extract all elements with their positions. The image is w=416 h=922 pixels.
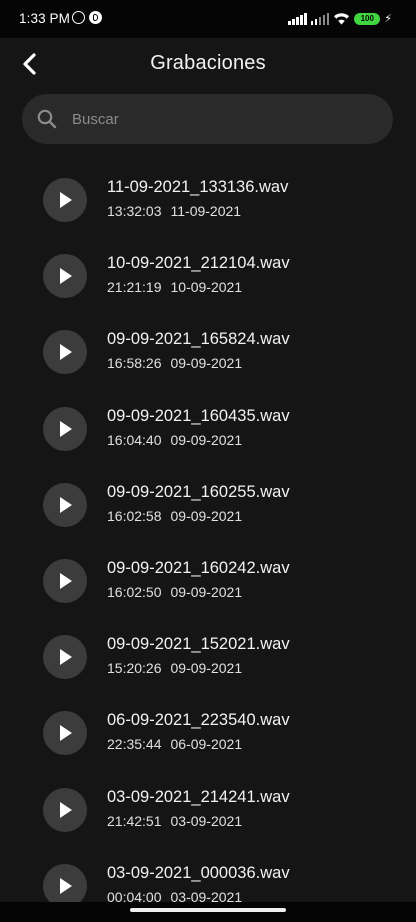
recording-meta: 13:32:03 11-09-2021	[107, 203, 241, 219]
signal-icon	[288, 13, 307, 25]
recording-date: 03-09-2021	[170, 812, 243, 829]
recording-meta: 16:02:50 09-09-2021	[107, 584, 242, 600]
play-icon	[60, 344, 72, 361]
recording-item[interactable]: 09-09-2021_160255.wav 16:02:58 09-09-2021	[0, 465, 416, 541]
charging-icon: ⚡	[384, 13, 392, 25]
recording-item[interactable]: 09-09-2021_160435.wav 16:04:40 09-09-2021	[0, 389, 416, 465]
status-time: 1:33 PM	[19, 11, 70, 26]
app-header: Grabaciones	[0, 38, 416, 90]
recording-file-name: 03-09-2021_214241.wav	[107, 787, 290, 806]
recording-time: 22:35:44	[107, 736, 162, 753]
play-button[interactable]	[43, 635, 87, 680]
recordings-screen: 1:33 PM 100 ⚡ Grabaciones Buscar 11-09-2…	[0, 0, 416, 922]
play-icon	[60, 268, 72, 285]
status-notification-icons	[72, 11, 102, 24]
play-button[interactable]	[43, 254, 87, 299]
recording-item[interactable]: 09-09-2021_152021.wav 15:20:26 09-09-2021	[0, 617, 416, 693]
recording-file-name: 03-09-2021_000036.wav	[107, 863, 290, 882]
play-icon	[60, 649, 72, 666]
status-system-icons: 100 ⚡	[288, 11, 392, 25]
recording-file-name: 09-09-2021_160255.wav	[107, 482, 290, 501]
play-icon	[60, 420, 72, 437]
recording-date: 09-09-2021	[170, 583, 243, 600]
recording-meta: 21:42:51 03-09-2021	[107, 813, 242, 829]
recording-item[interactable]: 10-09-2021_212104.wav 21:21:19 10-09-2021	[0, 236, 416, 312]
recording-time: 15:20:26	[107, 660, 162, 677]
play-button[interactable]	[43, 787, 87, 832]
recording-date: 06-09-2021	[170, 736, 243, 753]
recording-item[interactable]: 11-09-2021_133136.wav 13:32:03 11-09-2021	[0, 160, 416, 236]
home-indicator[interactable]	[130, 908, 286, 912]
play-icon	[60, 801, 72, 818]
recording-file-name: 06-09-2021_223540.wav	[107, 711, 290, 730]
recording-date: 09-09-2021	[170, 355, 243, 372]
recording-meta: 16:58:26 09-09-2021	[107, 355, 242, 371]
recording-time: 21:21:19	[107, 279, 162, 296]
recording-date: 09-09-2021	[170, 431, 243, 448]
recording-time: 13:32:03	[107, 203, 162, 219]
navigation-bar	[0, 902, 416, 922]
play-icon	[60, 572, 72, 589]
recording-date: 10-09-2021	[170, 279, 243, 296]
recording-date: 11-09-2021	[170, 203, 242, 219]
search-input[interactable]	[72, 94, 372, 144]
play-button[interactable]	[43, 558, 87, 603]
recording-date: 09-09-2021	[170, 660, 243, 677]
page-title: Grabaciones	[150, 52, 266, 74]
recording-meta: 16:02:58 09-09-2021	[107, 508, 242, 524]
recording-meta: 15:20:26 09-09-2021	[107, 660, 242, 676]
recording-meta: 21:21:19 10-09-2021	[107, 279, 242, 295]
recording-meta: 22:35:44 06-09-2021	[107, 736, 242, 752]
play-button[interactable]	[43, 330, 87, 375]
status-bar: 1:33 PM 100 ⚡	[0, 0, 416, 38]
notification-app-icon	[89, 11, 102, 24]
recording-time: 16:02:50	[107, 583, 162, 600]
search-bar[interactable]	[22, 94, 393, 144]
recording-item[interactable]: 09-09-2021_165824.wav 16:58:26 09-09-2021	[0, 312, 416, 388]
play-button[interactable]	[43, 711, 87, 756]
recording-time: 16:02:58	[107, 507, 162, 524]
play-icon	[60, 496, 72, 513]
play-icon	[60, 877, 72, 894]
whatsapp-icon	[72, 11, 85, 24]
recording-file-name: 09-09-2021_152021.wav	[107, 635, 290, 654]
recording-file-name: 09-09-2021_160435.wav	[107, 406, 290, 425]
recording-time: 16:58:26	[107, 355, 162, 372]
play-button[interactable]	[43, 406, 87, 451]
recording-item[interactable]: 03-09-2021_214241.wav 21:42:51 03-09-2021	[0, 770, 416, 846]
wifi-icon	[334, 13, 350, 25]
play-icon	[60, 725, 72, 742]
recording-item[interactable]: 06-09-2021_223540.wav 22:35:44 06-09-2021	[0, 693, 416, 769]
recording-time: 16:04:40	[107, 431, 162, 448]
play-icon	[60, 192, 72, 208]
recording-time: 21:42:51	[107, 812, 162, 829]
battery-icon: 100	[354, 13, 381, 25]
recording-file-name: 10-09-2021_212104.wav	[107, 254, 290, 273]
play-button[interactable]	[43, 178, 87, 222]
search-icon	[37, 109, 57, 129]
play-button[interactable]	[43, 482, 87, 527]
recording-file-name: 09-09-2021_165824.wav	[107, 330, 290, 349]
recording-date: 09-09-2021	[170, 507, 243, 524]
recordings-list: 11-09-2021_133136.wav 13:32:03 11-09-2021 1…	[0, 160, 416, 922]
signal-secondary-icon	[310, 13, 330, 25]
recording-item[interactable]: 09-09-2021_160242.wav 16:02:50 09-09-2021	[0, 541, 416, 617]
recording-file-name: 09-09-2021_160242.wav	[107, 558, 290, 577]
recording-meta: 16:04:40 09-09-2021	[107, 432, 242, 448]
recording-file-name: 11-09-2021_133136.wav	[107, 178, 289, 196]
